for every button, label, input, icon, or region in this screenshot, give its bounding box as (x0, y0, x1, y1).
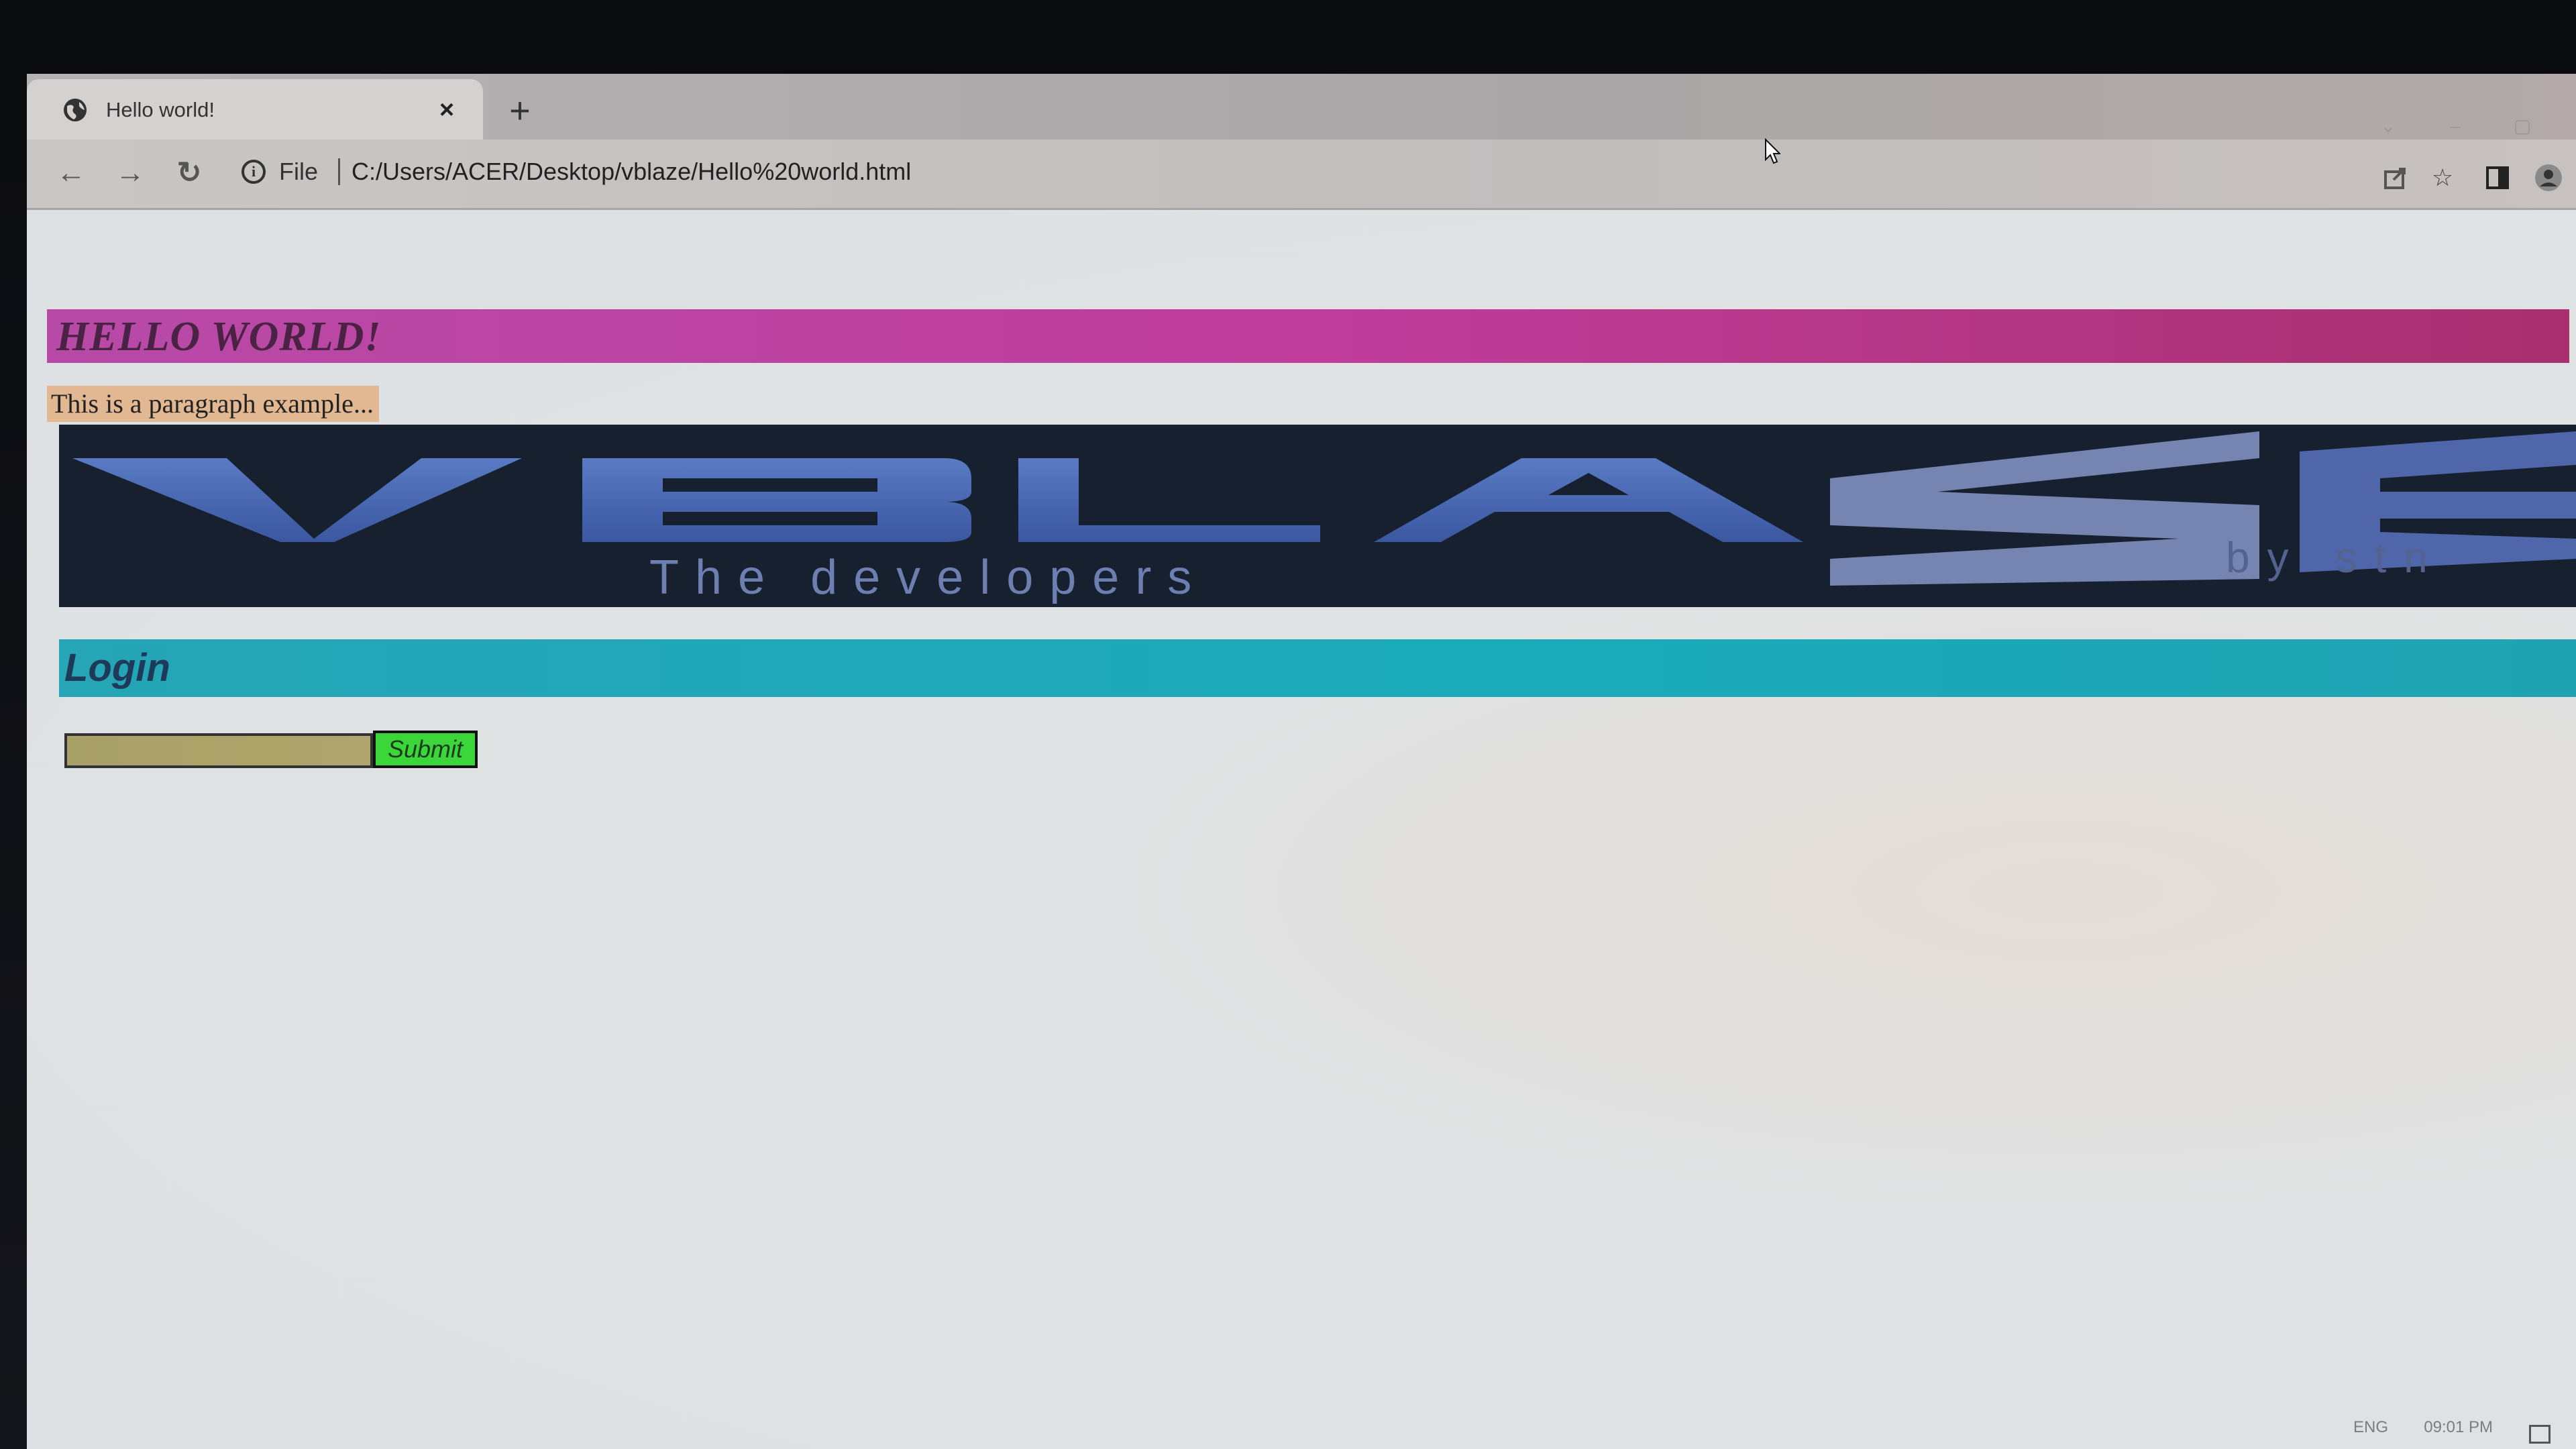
new-tab-button[interactable]: + (503, 93, 537, 129)
page-heading: HELLO WORLD! (56, 314, 382, 360)
logo-letter-s (1830, 431, 2259, 586)
notification-icon[interactable] (2529, 1425, 2551, 1444)
minimize-icon[interactable]: – (2442, 113, 2469, 140)
taskbar-clock: 09:01 PM (2424, 1418, 2493, 1436)
tab-search-icon[interactable]: ⌄ (2375, 113, 2402, 140)
mouse-cursor-icon (1765, 138, 1780, 164)
vblaze-banner-image: The developers by stn (59, 425, 2576, 607)
browser-toolbar: ← → ↻ i File C:/Users/ACER/Desktop/vblaz… (27, 140, 2576, 210)
taskbar-language[interactable]: ENG (2353, 1418, 2388, 1437)
share-icon[interactable] (2380, 162, 2411, 193)
page-content: HELLO WORLD! This is a paragraph example… (27, 210, 2576, 1449)
url-scheme-label: File (279, 158, 319, 185)
submit-button[interactable]: Submit (373, 731, 478, 768)
banner-tagline-right: by stn (2226, 533, 2445, 582)
tab-close-icon[interactable]: × (432, 95, 462, 125)
star-icon[interactable]: ☆ (2427, 162, 2458, 193)
forward-arrow-icon[interactable]: → (111, 154, 149, 192)
address-bar[interactable]: i File C:/Users/ACER/Desktop/vblaze/Hell… (228, 146, 2375, 200)
browser-window: Hello world! × + ⌄ – ▢ ← → ↻ i File C:/U… (27, 74, 2576, 1449)
logo-letter-l (1018, 458, 1320, 542)
login-input[interactable] (64, 733, 373, 768)
hello-heading-bar: HELLO WORLD! (47, 309, 2569, 363)
logo-letter-a (1374, 458, 1803, 542)
side-panel-icon[interactable] (2482, 162, 2513, 193)
logo-letter-v (72, 458, 522, 542)
url-text[interactable]: C:/Users/ACER/Desktop/vblaze/Hello%20wor… (352, 157, 911, 186)
logo-letter-b (582, 458, 971, 542)
site-info-icon[interactable]: i (241, 160, 266, 184)
maximize-icon[interactable]: ▢ (2509, 113, 2536, 140)
paragraph-block: This is a paragraph example... (47, 386, 379, 422)
tab-hello-world[interactable]: Hello world! × (27, 79, 483, 140)
login-heading-bar: Login (59, 639, 2576, 697)
paragraph-text: This is a paragraph example... (51, 388, 374, 419)
url-separator (338, 158, 340, 185)
login-heading: Login (64, 646, 170, 690)
back-arrow-icon[interactable]: ← (52, 154, 90, 192)
tab-title: Hello world! (106, 98, 215, 121)
tab-strip: Hello world! × + ⌄ – ▢ (27, 74, 2576, 140)
vblaze-logo: The developers by stn (72, 431, 2576, 604)
profile-icon[interactable] (2533, 162, 2564, 193)
globe-icon (64, 99, 87, 121)
reload-icon[interactable]: ↻ (170, 154, 208, 192)
banner-tagline: The developers (649, 551, 1208, 604)
